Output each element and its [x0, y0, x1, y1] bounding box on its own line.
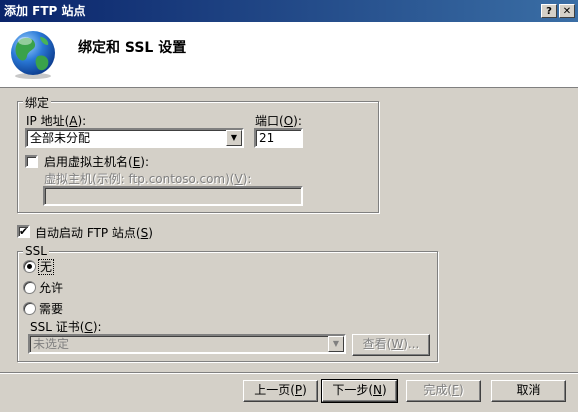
previous-button[interactable]: 上一页(P) [243, 380, 318, 402]
port-input[interactable]: 21 [254, 128, 303, 148]
ssl-cert-value: 未选定 [33, 337, 70, 351]
header-pane: 绑定和 SSL 设置 [0, 22, 578, 88]
binding-legend: 绑定 [23, 94, 52, 111]
port-label: 端口(O): [255, 114, 302, 128]
vhost-label: 虚拟主机(示例: ftp.contoso.com)(V): [44, 172, 252, 186]
ip-address-select[interactable]: 全部未分配 ▼ [25, 128, 244, 148]
finish-button[interactable]: 完成(F) [406, 380, 481, 402]
page-title: 绑定和 SSL 设置 [78, 40, 187, 56]
ssl-require-radio[interactable] [23, 302, 36, 315]
ssl-none-radio[interactable] [23, 260, 36, 273]
view-cert-button[interactable]: 查看(W)... [352, 334, 430, 356]
vhost-enable-checkbox[interactable] [25, 155, 38, 168]
cancel-button[interactable]: 取消 [491, 380, 566, 402]
ssl-allow-radio[interactable] [23, 281, 36, 294]
vhost-enable-label: 启用虚拟主机名(E): [44, 155, 150, 169]
ssl-none-label: 无 [37, 259, 55, 275]
autostart-checkbox[interactable]: ✔ [17, 225, 30, 238]
vhost-input[interactable] [43, 186, 303, 206]
ssl-allow-label: 允许 [39, 281, 64, 295]
ssl-require-label: 需要 [39, 302, 64, 316]
autostart-label: 自动启动 FTP 站点(S) [35, 226, 153, 240]
close-button[interactable]: ✕ [559, 4, 575, 18]
chevron-down-icon[interactable]: ▼ [328, 336, 344, 352]
footer-separator [0, 372, 578, 374]
globe-icon [11, 31, 55, 79]
next-button[interactable]: 下一步(N) [321, 379, 398, 403]
help-button[interactable]: ? [541, 4, 557, 18]
ip-address-label: IP 地址(A): [26, 114, 87, 128]
window-title: 添加 FTP 站点 [4, 4, 86, 18]
ip-address-value: 全部未分配 [30, 131, 91, 145]
title-bar: 添加 FTP 站点 ? ✕ [0, 0, 578, 22]
chevron-down-icon[interactable]: ▼ [226, 130, 242, 146]
ssl-cert-label: SSL 证书(C): [30, 320, 102, 334]
ssl-cert-select[interactable]: 未选定 ▼ [28, 334, 346, 354]
ssl-legend: SSL [23, 244, 49, 258]
